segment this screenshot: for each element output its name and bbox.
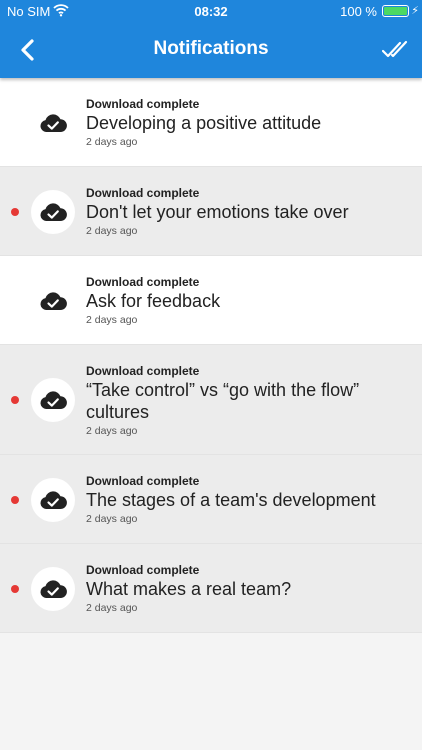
charging-icon: ⚡ bbox=[411, 5, 419, 17]
cloud-check-icon bbox=[31, 566, 75, 611]
notification-row[interactable]: Download complete Ask for feedback 2 days … bbox=[0, 256, 422, 345]
status-bar: No SIM 08:32 100 % ⚡ bbox=[0, 0, 422, 22]
notification-label: Download complete bbox=[86, 563, 200, 577]
notification-time: 2 days ago bbox=[86, 225, 138, 237]
notification-list: Download complete Developing a positive a… bbox=[0, 78, 422, 633]
notification-text: Download complete Developing a positive a… bbox=[86, 97, 410, 148]
notification-label: Download complete bbox=[86, 364, 200, 378]
notification-row[interactable]: Download complete The stages of a team's … bbox=[0, 455, 422, 544]
notification-time: 2 days ago bbox=[86, 513, 138, 525]
unread-dot bbox=[11, 584, 19, 593]
notification-text: Download complete Ask for feedback 2 days … bbox=[86, 275, 410, 326]
notification-text: Download complete The stages of a team's … bbox=[86, 474, 410, 525]
notification-label: Download complete bbox=[86, 97, 200, 111]
notification-row[interactable]: Download complete Developing a positive a… bbox=[0, 78, 422, 167]
notification-time: 2 days ago bbox=[86, 314, 138, 326]
notification-time: 2 days ago bbox=[86, 425, 138, 437]
notification-headline: Developing a positive attitude bbox=[86, 113, 322, 133]
notification-time: 2 days ago bbox=[86, 602, 138, 614]
notification-label: Download complete bbox=[86, 275, 200, 289]
notification-text: Download complete Don't let your emotions… bbox=[86, 186, 410, 237]
cloud-check-icon bbox=[31, 101, 75, 145]
battery-icon bbox=[382, 5, 409, 17]
cloud-check-icon bbox=[31, 279, 75, 323]
nav-bar: Notifications bbox=[0, 22, 422, 78]
notification-headline: What makes a real team? bbox=[86, 579, 292, 599]
cloud-check-icon bbox=[31, 477, 75, 522]
notification-label: Download complete bbox=[86, 474, 200, 488]
top-bar: No SIM 08:32 100 % ⚡ Notifications bbox=[0, 0, 422, 78]
notification-row[interactable]: Download complete Don't let your emotions… bbox=[0, 167, 422, 256]
page-title: Notifications bbox=[153, 38, 269, 59]
notification-text: Download complete What makes a real team?… bbox=[86, 563, 410, 614]
cloud-check-icon bbox=[31, 378, 75, 422]
battery-percent: 100 % bbox=[340, 4, 377, 19]
notification-row[interactable]: Download complete What makes a real team?… bbox=[0, 544, 422, 633]
notification-text: Download complete “Take control” vs “go w… bbox=[86, 364, 410, 437]
mark-all-read-button[interactable] bbox=[381, 37, 410, 63]
notification-headline: Don't let your emotions take over bbox=[86, 202, 349, 222]
double-check-icon bbox=[381, 40, 408, 58]
notification-time: 2 days ago bbox=[86, 136, 138, 148]
notification-headline: Ask for feedback bbox=[86, 291, 221, 311]
notification-headline: The stages of a team's development bbox=[86, 490, 376, 510]
unread-dot bbox=[11, 396, 19, 404]
unread-dot bbox=[11, 207, 19, 216]
notification-row[interactable]: Download complete “Take control” vs “go w… bbox=[0, 345, 422, 455]
notification-headline: “Take control” vs “go with the flow” cul… bbox=[86, 380, 360, 422]
cloud-check-icon bbox=[31, 189, 75, 234]
unread-dot bbox=[11, 495, 19, 504]
notification-label: Download complete bbox=[86, 186, 200, 200]
